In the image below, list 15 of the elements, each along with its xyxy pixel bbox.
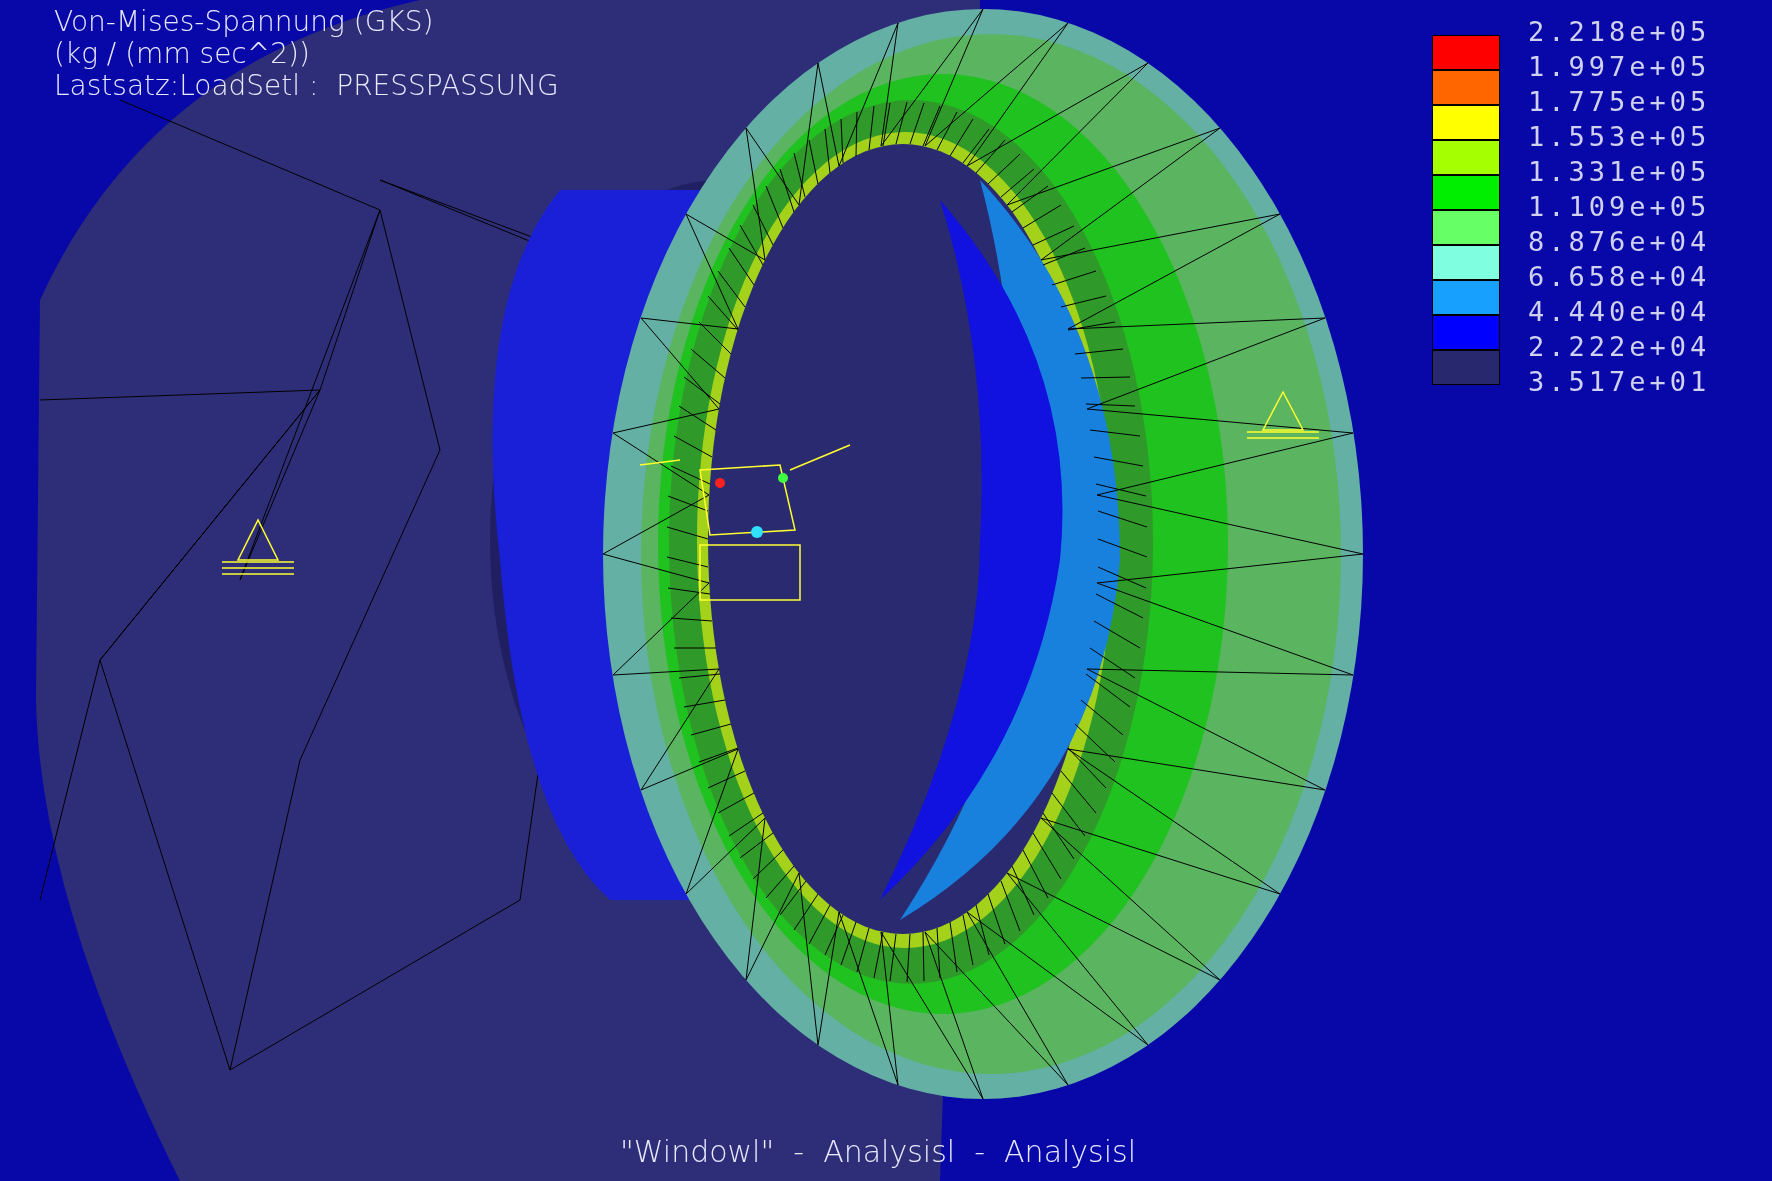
legend-value: 8.876e+04 [1528, 225, 1711, 259]
plot-title-line: Von-Mises-Spannung (GKS) [54, 6, 435, 38]
legend-value: 4.440e+04 [1528, 295, 1711, 329]
plot-title-line: Lastsatz:LoadSetl : PRESSPASSUNG [54, 70, 559, 102]
legend-value: 6.658e+04 [1528, 260, 1711, 294]
legend-value: 1.109e+05 [1528, 190, 1711, 224]
window-caption: "Windowl" - Analysisl - Analysisl [620, 1134, 1137, 1170]
legend-value: 1.553e+05 [1528, 120, 1711, 154]
legend-value: 3.517e+01 [1528, 365, 1711, 399]
legend-value: 1.331e+05 [1528, 155, 1711, 189]
legend-value: 2.218e+05 [1528, 15, 1711, 49]
legend-value: 1.997e+05 [1528, 50, 1711, 84]
legend-value: 1.775e+05 [1528, 85, 1711, 119]
legend-value: 2.222e+04 [1528, 330, 1711, 364]
plot-title-line: (kg / (mm sec^2)) [54, 38, 311, 70]
